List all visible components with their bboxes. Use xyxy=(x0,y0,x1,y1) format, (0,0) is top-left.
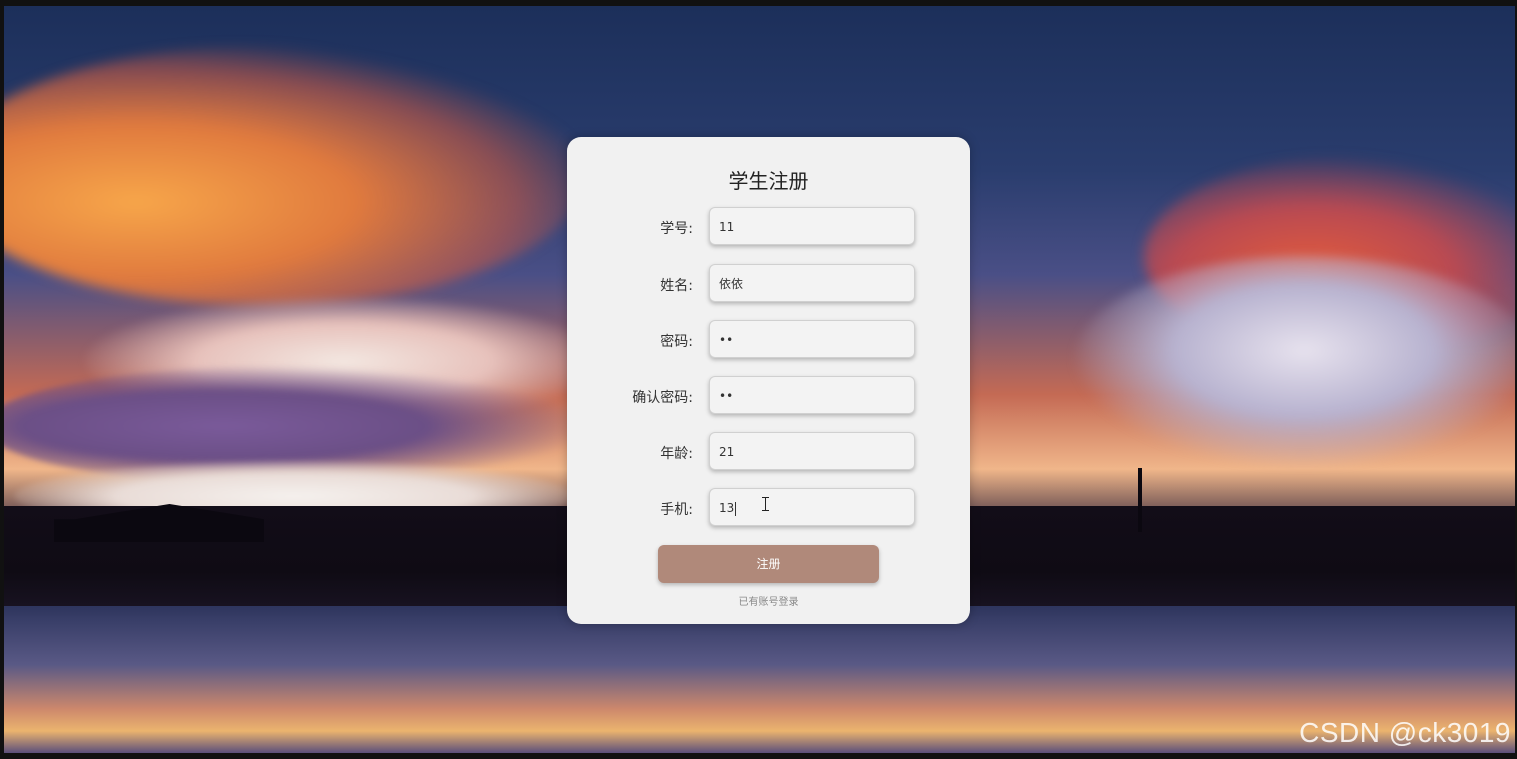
confirm-password-label: 确认密码: xyxy=(632,390,693,406)
name-input[interactable]: 依依 xyxy=(709,264,915,302)
field-name: 姓名: 依依 xyxy=(567,264,970,304)
field-confirm-password: 确认密码: •• xyxy=(567,376,970,416)
phone-label: 手机: xyxy=(660,502,693,518)
text-caret xyxy=(735,501,737,516)
register-card: 学生注册 学号: 11 姓名: 依依 密码: •• 确认密码: •• 年龄: 2… xyxy=(567,137,970,624)
field-student-id: 学号: 11 xyxy=(567,207,970,247)
password-input[interactable]: •• xyxy=(709,320,915,358)
phone-value: 13 xyxy=(719,501,735,515)
cloud-orange xyxy=(4,46,584,306)
field-password: 密码: •• xyxy=(567,320,970,360)
phone-input[interactable]: 13 xyxy=(709,488,915,526)
water-reflection xyxy=(4,606,1515,753)
utility-pole xyxy=(1138,468,1142,532)
student-id-input[interactable]: 11 xyxy=(709,207,915,245)
age-label: 年龄: xyxy=(660,446,693,462)
confirm-password-value: •• xyxy=(719,389,734,403)
student-id-label: 学号: xyxy=(660,221,693,237)
student-id-value: 11 xyxy=(719,220,735,234)
password-label: 密码: xyxy=(660,334,693,350)
name-value: 依依 xyxy=(719,277,744,291)
field-phone: 手机: 13 xyxy=(567,488,970,528)
age-value: 21 xyxy=(719,445,735,459)
watermark: CSDN @ck3019 xyxy=(1299,717,1511,748)
form-title: 学生注册 xyxy=(728,169,809,193)
age-input[interactable]: 21 xyxy=(709,432,915,470)
register-button[interactable]: 注册 xyxy=(658,545,879,583)
login-link[interactable]: 已有账号登录 xyxy=(567,593,970,608)
screen-frame: 学生注册 学号: 11 姓名: 依依 密码: •• 确认密码: •• 年龄: 2… xyxy=(0,0,1517,759)
confirm-password-input[interactable]: •• xyxy=(709,376,915,414)
password-value: •• xyxy=(719,333,734,347)
cloud-white-right xyxy=(1074,256,1515,466)
name-label: 姓名: xyxy=(660,278,693,294)
field-age: 年龄: 21 xyxy=(567,432,970,472)
text-cursor-icon xyxy=(762,497,770,511)
